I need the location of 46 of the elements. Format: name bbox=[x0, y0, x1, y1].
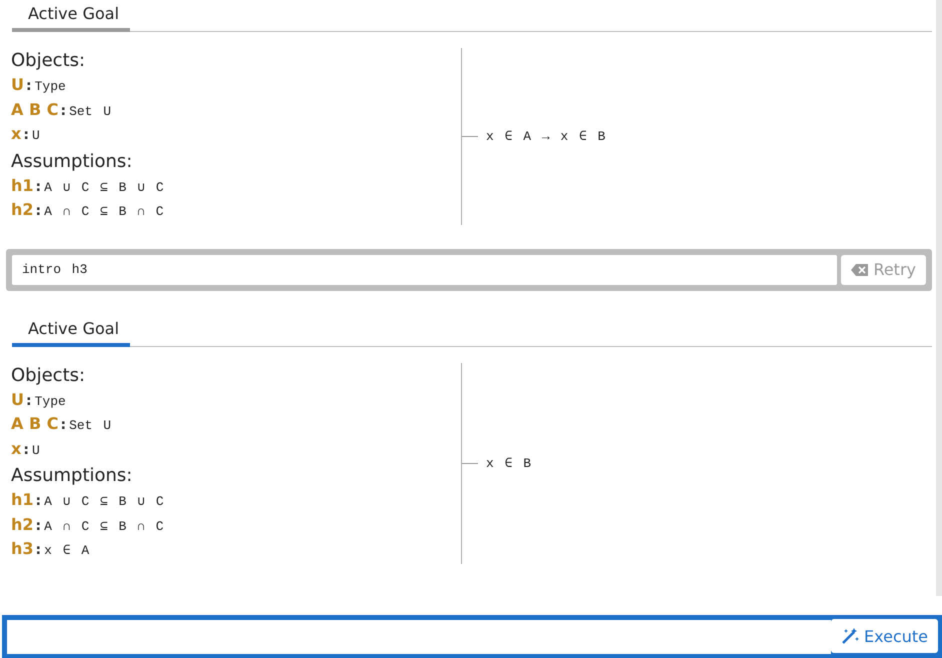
colon: : bbox=[23, 127, 29, 143]
colon: : bbox=[26, 392, 32, 408]
variable-type: Set U bbox=[69, 418, 112, 433]
section-heading: Objects: bbox=[11, 49, 86, 73]
variable-name: x bbox=[11, 438, 22, 458]
variable-type: Type bbox=[34, 394, 66, 408]
command-field[interactable]: intro h3 bbox=[12, 254, 838, 284]
hypothesis-name: h3 bbox=[11, 539, 34, 558]
hypothesis-statement: A ∪ C ⊆ B ∪ C bbox=[44, 494, 164, 509]
colon: : bbox=[36, 518, 42, 534]
backspace-icon bbox=[851, 264, 868, 276]
section-heading: Objects: bbox=[11, 364, 86, 388]
colon: : bbox=[36, 542, 42, 558]
execute-button[interactable]: Execute bbox=[831, 619, 938, 653]
variable-type: U bbox=[32, 128, 40, 143]
hypothesis-statement: A ∩ C ⊆ B ∩ C bbox=[44, 204, 164, 219]
hypothesis-name: h1 bbox=[11, 490, 34, 509]
variable-type: U bbox=[32, 442, 40, 458]
variable-type: Set U bbox=[69, 104, 112, 118]
hypothesis-statement: x ∈ A bbox=[44, 543, 90, 558]
hypothesis-name: h2 bbox=[11, 200, 34, 219]
tactic-input[interactable] bbox=[7, 620, 832, 654]
goal-statement: x ∈ A → x ∈ B bbox=[486, 128, 606, 144]
goal-tab[interactable]: Active Goal bbox=[12, 0, 130, 32]
variable-name: x bbox=[11, 124, 22, 143]
magic-wand-icon bbox=[841, 627, 860, 645]
variable-name: U bbox=[11, 390, 24, 408]
colon: : bbox=[26, 78, 32, 94]
goal-tab[interactable]: Active Goal bbox=[12, 314, 130, 346]
hypothesis-statement: A ∩ C ⊆ B ∩ C bbox=[44, 518, 164, 534]
variable-name: A B C bbox=[11, 100, 58, 118]
section-heading: Assumptions: bbox=[11, 150, 134, 174]
hypothesis-name: h2 bbox=[11, 514, 34, 534]
variable-name: U bbox=[11, 75, 24, 94]
section-heading: Assumptions: bbox=[11, 464, 134, 488]
colon: : bbox=[36, 178, 42, 194]
variable-type: Type bbox=[34, 79, 66, 94]
hypothesis-name: h1 bbox=[11, 176, 34, 194]
goal-statement: x ∈ B bbox=[486, 456, 532, 470]
colon: : bbox=[60, 102, 66, 118]
colon: : bbox=[23, 442, 29, 458]
colon: : bbox=[60, 417, 66, 433]
variable-name: A B C bbox=[11, 414, 58, 433]
hypothesis-statement: A ∪ C ⊆ B ∪ C bbox=[44, 180, 164, 194]
colon: : bbox=[36, 493, 42, 509]
colon: : bbox=[36, 203, 42, 219]
